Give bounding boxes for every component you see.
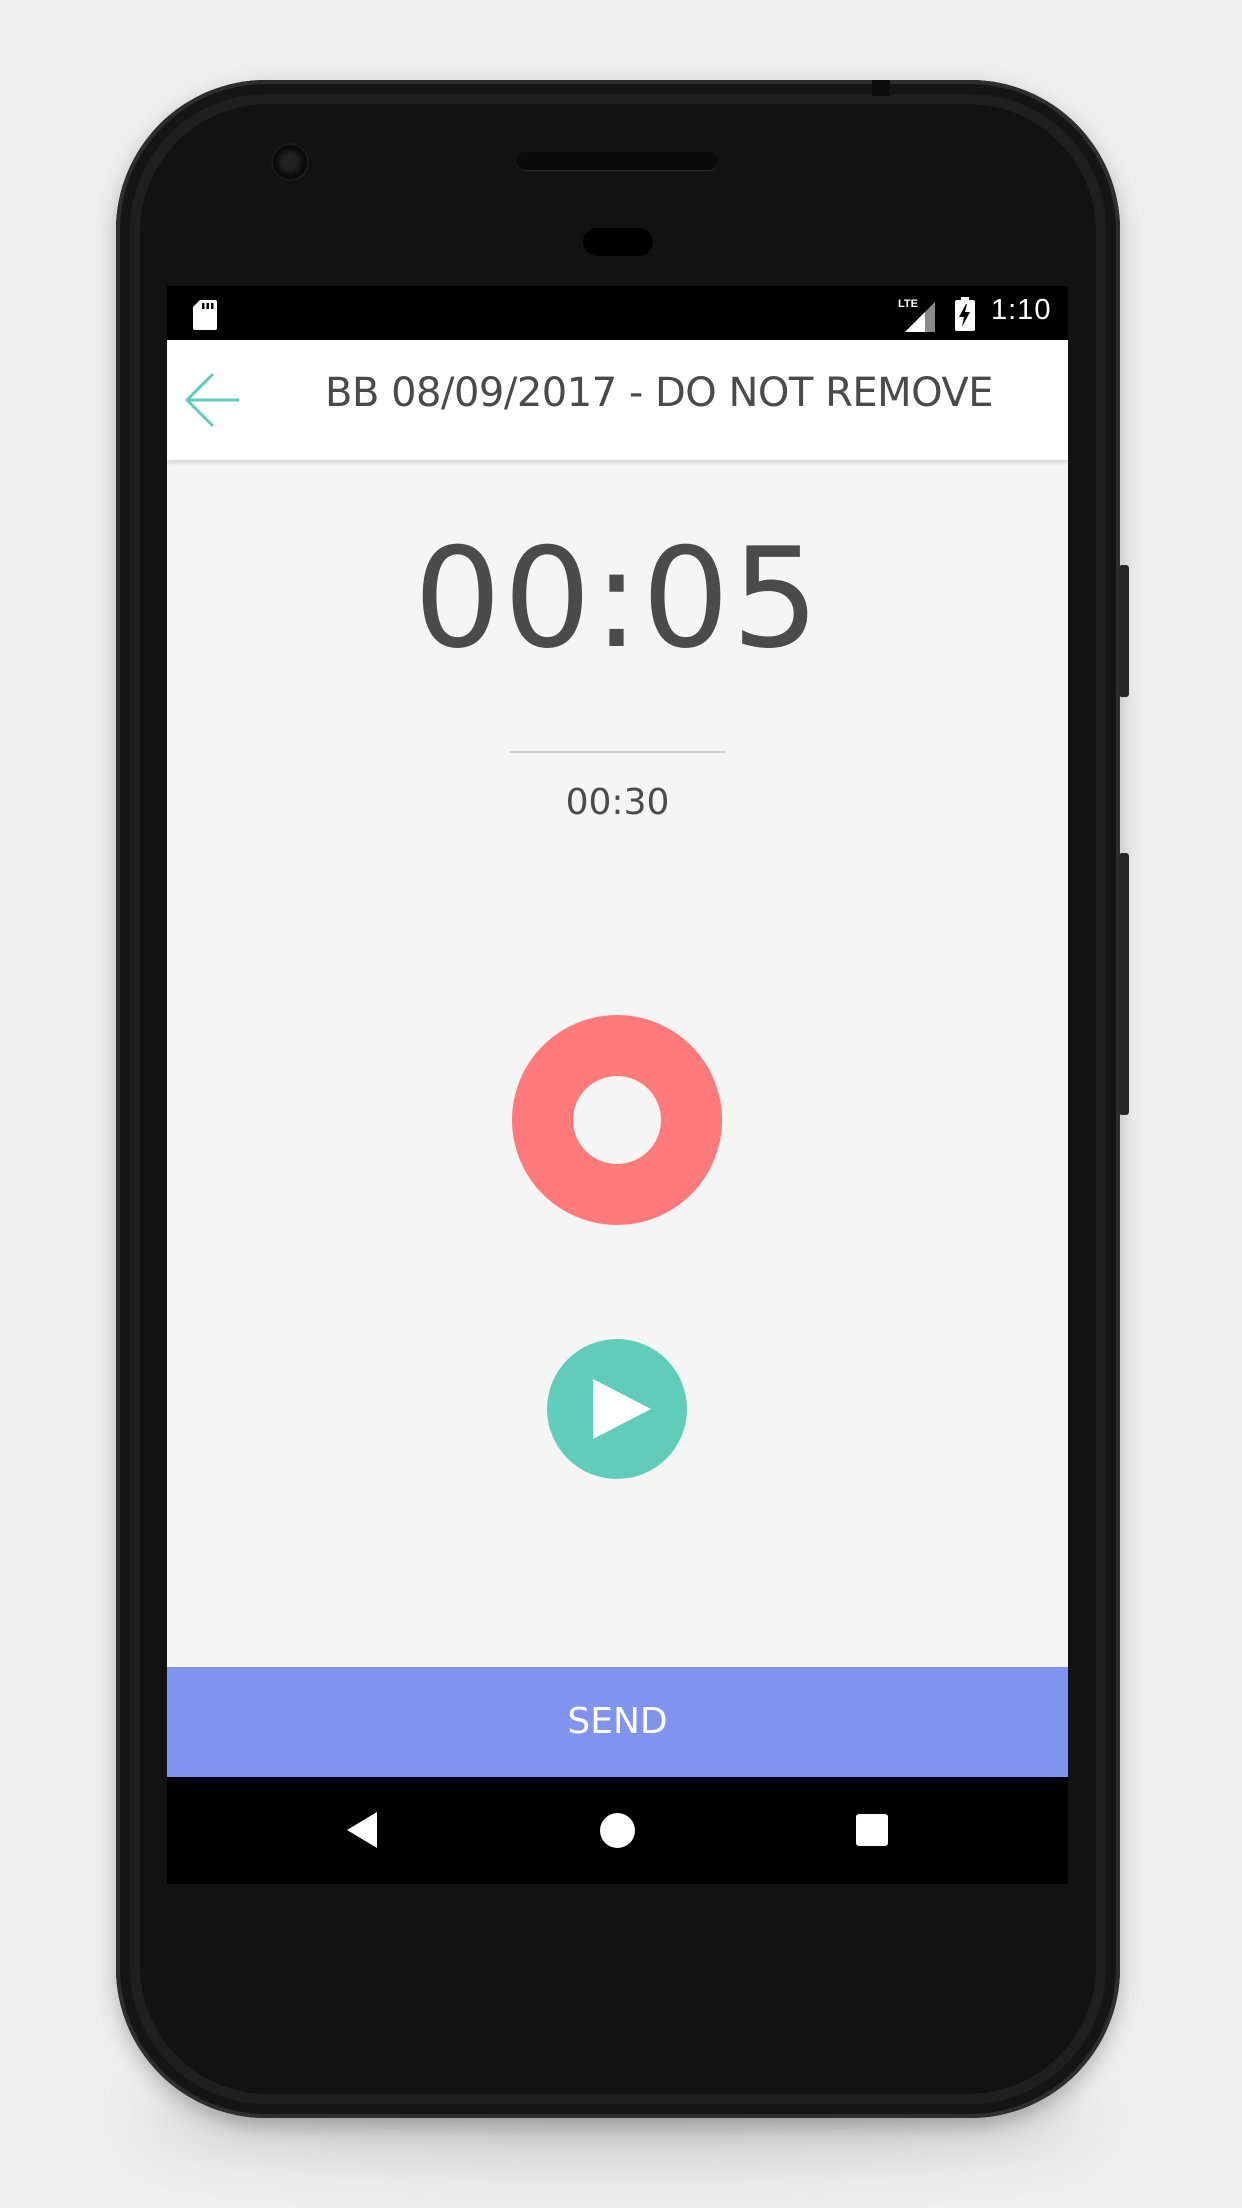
nav-home-icon[interactable] xyxy=(600,1813,635,1848)
nav-recents-icon[interactable] xyxy=(856,1814,888,1846)
play-button[interactable] xyxy=(547,1339,687,1479)
lte-signal-icon: LTE xyxy=(898,298,935,332)
proximity-sensor xyxy=(583,228,653,256)
record-icon xyxy=(573,1076,661,1164)
time-divider xyxy=(510,751,725,753)
play-icon xyxy=(593,1379,651,1439)
earpiece-speaker xyxy=(516,152,718,170)
power-key xyxy=(1119,853,1129,1115)
record-button[interactable] xyxy=(512,1015,722,1225)
sd-card-icon xyxy=(193,300,217,330)
status-bar: LTE 1:10 xyxy=(167,286,1068,340)
status-time: 1:10 xyxy=(991,294,1052,326)
antenna-line xyxy=(872,80,890,96)
svg-text:LTE: LTE xyxy=(898,298,918,310)
back-button[interactable] xyxy=(181,368,245,432)
app-bar: BB 08/09/2017 - DO NOT REMOVE xyxy=(167,340,1068,460)
front-camera xyxy=(273,145,307,179)
screen: LTE 1:10 BB 08/09/2017 - DO NOT REMOVE 0… xyxy=(167,286,1068,1884)
arrow-left-icon xyxy=(184,372,239,428)
app-content: BB 08/09/2017 - DO NOT REMOVE 00:05 00:3… xyxy=(167,340,1068,1777)
volume-rocker xyxy=(1119,565,1129,697)
battery-charging-icon xyxy=(955,297,975,331)
page-title: BB 08/09/2017 - DO NOT REMOVE xyxy=(325,370,994,416)
nav-back-icon[interactable] xyxy=(345,1812,381,1848)
send-button[interactable]: SEND xyxy=(167,1667,1068,1777)
navigation-bar xyxy=(167,1777,1068,1884)
elapsed-time: 00:05 xyxy=(413,518,822,679)
max-duration: 00:30 xyxy=(565,782,670,823)
